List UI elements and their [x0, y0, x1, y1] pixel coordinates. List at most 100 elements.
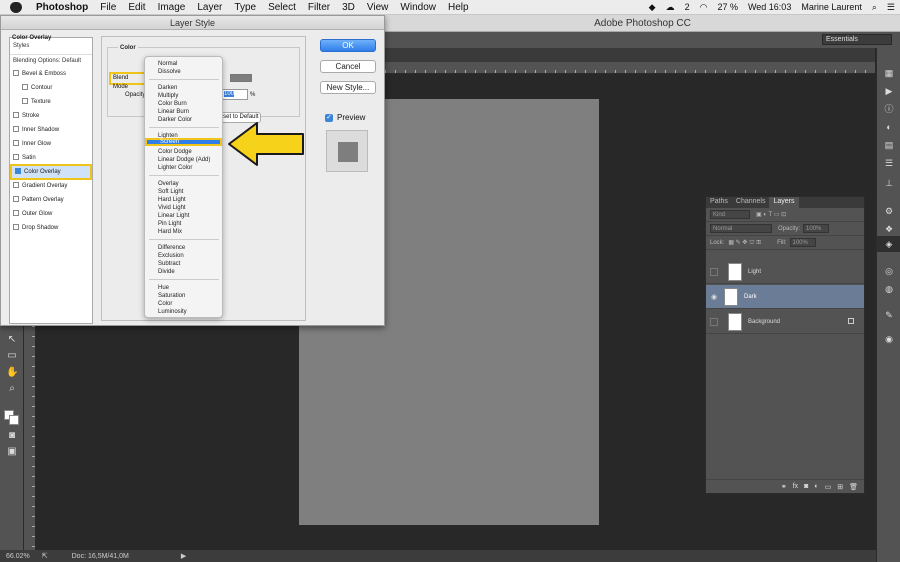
blending-options-item[interactable]: Blending Options: Default — [10, 54, 92, 66]
cancel-button[interactable]: Cancel — [320, 60, 376, 73]
style-outer-glow[interactable]: Outer Glow — [10, 208, 92, 220]
visibility-toggle[interactable] — [710, 267, 718, 276]
adjustments-icon[interactable]: ▤ — [883, 140, 895, 150]
blend-option[interactable]: Subtract — [145, 260, 222, 268]
play-icon[interactable]: ▶ — [883, 86, 895, 96]
user-name[interactable]: Marine Laurent — [796, 2, 867, 12]
ok-button[interactable]: OK — [320, 39, 376, 52]
status-menu-arrow-icon[interactable]: ▶ — [175, 552, 192, 560]
layer-name[interactable]: Dark — [744, 294, 757, 300]
checkbox[interactable] — [22, 84, 28, 90]
clock-text[interactable]: Wed 16:03 — [743, 2, 796, 12]
export-icon[interactable]: ⇱ — [36, 552, 54, 560]
rectangle-tool-icon[interactable]: ▭ — [6, 350, 18, 361]
blend-option[interactable]: Exclusion — [145, 252, 222, 260]
blend-option[interactable]: Normal — [145, 60, 222, 68]
layer-row-background[interactable]: Background — [706, 310, 864, 334]
menu-filter[interactable]: Filter — [302, 2, 336, 13]
layer-row-dark[interactable]: ◉ Dark — [706, 285, 864, 309]
menu-edit[interactable]: Edit — [122, 2, 151, 13]
layer-fill-field[interactable]: 100% — [789, 238, 816, 247]
styles-icon[interactable]: ❖ — [883, 224, 895, 234]
group-icon[interactable]: ▭ — [825, 483, 832, 491]
checkbox[interactable] — [13, 140, 19, 146]
menu-select[interactable]: Select — [262, 2, 302, 13]
blend-option[interactable]: Hard Mix — [145, 228, 222, 236]
filter-icons[interactable]: ▣ ◐ T ▭ ⊡ — [756, 211, 786, 218]
character-icon[interactable]: ⊥ — [883, 178, 895, 188]
spotlight-icon[interactable]: ⌕ — [867, 2, 882, 13]
blend-option[interactable]: Multiply — [145, 92, 222, 100]
history-icon[interactable]: ▦ — [883, 68, 895, 78]
style-bevel-emboss[interactable]: Bevel & Emboss — [10, 68, 92, 80]
checkbox[interactable] — [13, 224, 19, 230]
hand-tool-icon[interactable]: ✋ — [6, 367, 18, 378]
fx-icon[interactable]: fx — [793, 483, 798, 490]
zoom-level[interactable]: 66.02% — [0, 553, 36, 560]
visibility-toggle[interactable] — [710, 317, 718, 326]
menu-window[interactable]: Window — [394, 2, 442, 13]
preview-toggle[interactable]: ✓ Preview — [325, 113, 365, 122]
adjustment-layer-icon[interactable]: ◐ — [814, 483, 818, 490]
layer-row-light[interactable]: Light — [706, 260, 864, 284]
style-stroke[interactable]: Stroke — [10, 110, 92, 122]
blend-option[interactable]: Darken — [145, 84, 222, 92]
blend-option-selected[interactable]: Screen — [145, 138, 222, 146]
menu-image[interactable]: Image — [152, 2, 192, 13]
properties-icon[interactable]: ⚙ — [883, 206, 895, 216]
checkbox[interactable] — [13, 182, 19, 188]
workspace-select[interactable]: Essentials — [822, 34, 892, 45]
style-pattern-overlay[interactable]: Pattern Overlay — [10, 194, 92, 206]
blend-option[interactable]: Soft Light — [145, 188, 222, 196]
paths-icon[interactable]: ◍ — [883, 284, 895, 294]
apple-icon[interactable] — [10, 1, 22, 13]
preview-checkbox[interactable]: ✓ — [325, 113, 333, 122]
menu-file[interactable]: File — [94, 2, 122, 13]
blend-option[interactable]: Pin Light — [145, 220, 222, 228]
layer-name[interactable]: Light — [748, 269, 761, 275]
menu-type[interactable]: Type — [228, 2, 262, 13]
filter-kind-select[interactable]: Kind — [710, 210, 750, 219]
blend-option[interactable]: Lighter Color — [145, 164, 222, 172]
notifications-icon[interactable]: ☰ — [882, 2, 900, 13]
overlay-color-swatch[interactable] — [230, 74, 252, 82]
tab-layers[interactable]: Layers — [769, 197, 799, 208]
checkbox[interactable] — [13, 70, 19, 76]
checkbox[interactable] — [13, 126, 19, 132]
blend-option[interactable]: Darker Color — [145, 116, 222, 124]
menu-view[interactable]: View — [361, 2, 395, 13]
layer-name[interactable]: Background — [748, 319, 780, 325]
menu-photoshop[interactable]: Photoshop — [30, 2, 94, 13]
blend-option[interactable]: Divide — [145, 268, 222, 276]
sliders-icon[interactable]: ☰ — [883, 158, 895, 168]
blend-option[interactable]: Linear Light — [145, 212, 222, 220]
blend-option[interactable]: Difference — [145, 244, 222, 252]
wifi-icon[interactable]: ◠ — [695, 2, 713, 13]
styles-header[interactable]: Styles — [10, 40, 92, 52]
checkbox[interactable] — [13, 210, 19, 216]
style-satin[interactable]: Satin — [10, 152, 92, 164]
checkbox[interactable] — [13, 154, 19, 160]
blend-option[interactable]: Hard Light — [145, 196, 222, 204]
background-color-swatch[interactable] — [9, 415, 19, 425]
layer-blend-mode-select[interactable]: Normal — [710, 224, 772, 233]
checkbox-checked[interactable] — [15, 168, 21, 174]
blend-option[interactable]: Color Burn — [145, 100, 222, 108]
quick-mask-icon[interactable]: ◙ — [6, 430, 18, 441]
blend-option[interactable]: Color — [145, 300, 222, 308]
info-icon[interactable]: ⓘ — [883, 104, 895, 114]
clone-source-icon[interactable]: ◉ — [883, 334, 895, 344]
eye-icon[interactable]: ◉ — [708, 293, 720, 301]
status-count[interactable]: 2 — [680, 2, 695, 12]
blend-option[interactable]: Linear Dodge (Add) — [145, 156, 222, 164]
zoom-tool-icon[interactable]: ⌕ — [6, 383, 18, 394]
style-drop-shadow[interactable]: Drop Shadow — [10, 222, 92, 234]
link-layers-icon[interactable]: ⚭ — [781, 483, 787, 491]
style-gradient-overlay[interactable]: Gradient Overlay — [10, 180, 92, 192]
add-mask-icon[interactable]: ◙ — [804, 483, 808, 490]
menu-layer[interactable]: Layer — [191, 2, 228, 13]
checkbox[interactable] — [13, 112, 19, 118]
new-style-button[interactable]: New Style... — [320, 81, 376, 94]
blend-option[interactable]: Luminosity — [145, 308, 222, 316]
style-inner-glow[interactable]: Inner Glow — [10, 138, 92, 150]
